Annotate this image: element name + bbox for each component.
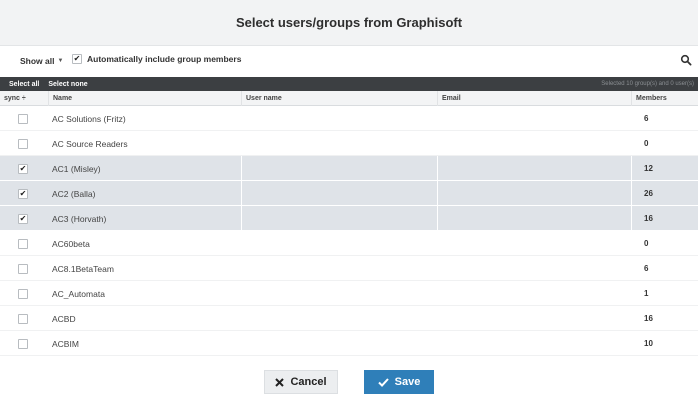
- sync-cell: [18, 231, 32, 256]
- sync-cell: [18, 281, 32, 306]
- search-icon[interactable]: [680, 54, 692, 66]
- table-row[interactable]: AC60beta 0: [0, 231, 698, 256]
- sync-cell: [18, 106, 32, 131]
- selection-toolbar: Select all Select none Selected 10 group…: [0, 77, 698, 91]
- caret-down-icon: ▼: [57, 58, 64, 64]
- table-row[interactable]: AC Source Readers 0: [0, 131, 698, 156]
- member-count: 16: [644, 214, 653, 223]
- sync-cell: [18, 306, 32, 331]
- save-button[interactable]: Save: [364, 370, 434, 394]
- table-row[interactable]: AC Solutions (Fritz) 6: [0, 106, 698, 131]
- table-row[interactable]: ACBD 16: [0, 306, 698, 331]
- cancel-button[interactable]: Cancel: [264, 370, 338, 394]
- show-all-dropdown[interactable]: Show all ▼: [20, 56, 63, 66]
- filter-bar: Show all ▼ ✔ Automatically include group…: [0, 52, 698, 72]
- member-count: 0: [644, 239, 649, 248]
- row-checkbox[interactable]: [18, 263, 28, 274]
- auto-include-checkbox[interactable]: ✔: [72, 54, 82, 64]
- column-divider: [437, 156, 438, 181]
- member-count: 1: [644, 289, 649, 298]
- sync-cell: ✔: [18, 181, 32, 206]
- group-name: AC60beta: [52, 238, 90, 249]
- column-header-sync[interactable]: sync ÷: [0, 91, 48, 106]
- group-name: AC3 (Horvath): [52, 213, 107, 224]
- member-count: 10: [644, 339, 653, 348]
- row-checkbox[interactable]: [18, 338, 28, 349]
- column-divider: [241, 181, 242, 206]
- column-header-email[interactable]: Email: [437, 91, 631, 106]
- column-header-name[interactable]: Name: [48, 91, 241, 106]
- show-all-label: Show all: [20, 56, 55, 66]
- member-count: 16: [644, 314, 653, 323]
- column-divider: [241, 206, 242, 231]
- table-row[interactable]: AC_Automata 1: [0, 281, 698, 306]
- column-divider: [437, 206, 438, 231]
- dialog-footer: Cancel Save: [0, 370, 698, 394]
- group-name: AC_Automata: [52, 288, 105, 299]
- column-divider: [631, 181, 632, 206]
- row-checkbox[interactable]: ✔: [18, 163, 28, 174]
- table-header: sync ÷ Name User name Email Members: [0, 91, 698, 106]
- row-checkbox[interactable]: [18, 113, 28, 124]
- sync-cell: [18, 131, 32, 156]
- row-checkbox[interactable]: [18, 288, 28, 299]
- column-header-username[interactable]: User name: [241, 91, 437, 106]
- dialog-header: Select users/groups from Graphisoft: [0, 0, 698, 46]
- group-name: AC8.1BetaTeam: [52, 263, 114, 274]
- dialog-title: Select users/groups from Graphisoft: [235, 15, 463, 30]
- sync-cell: [18, 331, 32, 356]
- table-row[interactable]: ✔ AC1 (Misley) 12: [0, 156, 698, 181]
- group-list: AC Solutions (Fritz) 6 AC Source Readers 0 ✔…: [0, 106, 698, 356]
- sync-cell: ✔: [18, 156, 32, 181]
- column-divider: [437, 181, 438, 206]
- check-icon: [377, 377, 389, 387]
- cancel-label: Cancel: [290, 376, 327, 388]
- group-name: AC Solutions (Fritz): [52, 113, 126, 124]
- auto-include-label: Automatically include group members: [87, 54, 242, 64]
- table-row[interactable]: ACBIM 10: [0, 331, 698, 356]
- member-count: 6: [644, 114, 649, 123]
- table-row[interactable]: AC8.1BetaTeam 6: [0, 256, 698, 281]
- member-count: 6: [644, 264, 649, 273]
- group-name: AC Source Readers: [52, 138, 128, 149]
- sync-cell: ✔: [18, 206, 32, 231]
- row-checkbox[interactable]: ✔: [18, 188, 28, 199]
- member-count: 12: [644, 164, 653, 173]
- row-checkbox[interactable]: [18, 238, 28, 249]
- column-divider: [241, 156, 242, 181]
- group-name: ACBD: [52, 313, 76, 324]
- column-header-members[interactable]: Members: [631, 91, 698, 106]
- row-checkbox[interactable]: [18, 313, 28, 324]
- table-row[interactable]: ✔ AC3 (Horvath) 16: [0, 206, 698, 231]
- sync-cell: [18, 256, 32, 281]
- selection-status: Selected 10 group(s) and 0 user(s): [601, 81, 694, 87]
- select-all-link[interactable]: Select all: [0, 81, 39, 88]
- group-name: AC1 (Misley): [52, 163, 101, 174]
- close-icon: [275, 377, 285, 387]
- save-label: Save: [394, 376, 421, 388]
- select-none-link[interactable]: Select none: [39, 81, 87, 88]
- member-count: 0: [644, 139, 649, 148]
- member-count: 26: [644, 189, 653, 198]
- group-name: AC2 (Balla): [52, 188, 96, 199]
- group-name: ACBIM: [52, 338, 79, 349]
- column-divider: [631, 156, 632, 181]
- column-divider: [631, 206, 632, 231]
- table-row[interactable]: ✔ AC2 (Balla) 26: [0, 181, 698, 206]
- auto-include-toggle[interactable]: ✔ Automatically include group members: [72, 54, 241, 64]
- row-checkbox[interactable]: [18, 138, 28, 149]
- row-checkbox[interactable]: ✔: [18, 213, 28, 224]
